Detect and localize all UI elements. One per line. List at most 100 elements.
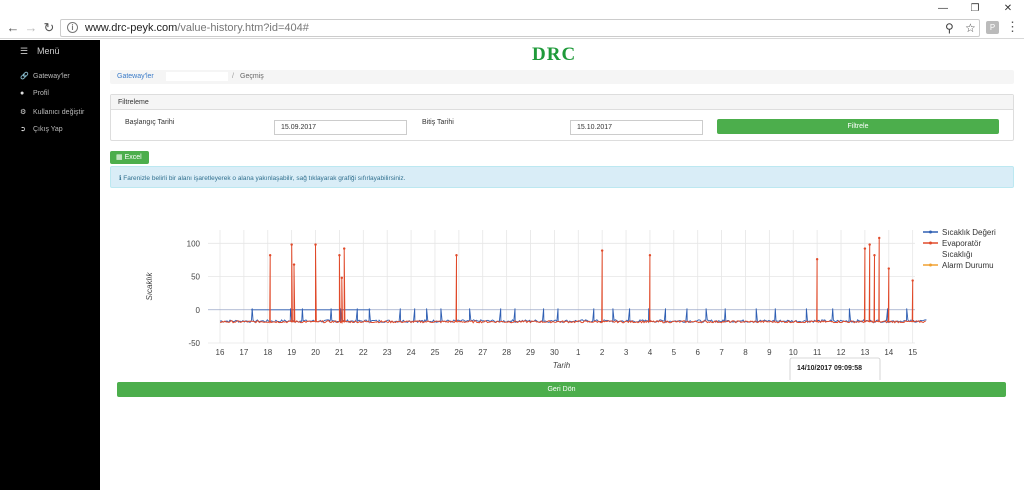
hamburger-icon: ☰ [20, 46, 29, 56]
spike-marker [911, 279, 914, 282]
sidebar-item-profile[interactable]: ● Profil [20, 90, 49, 97]
gear-icon: ⚙ [20, 109, 27, 116]
x-tick-label: 10 [789, 348, 798, 357]
extension-icon[interactable]: P [986, 21, 999, 34]
y-axis-label: Sıcaklık [145, 272, 154, 301]
spike-marker [338, 254, 341, 257]
x-tick-label: 21 [335, 348, 344, 357]
address-bar[interactable]: i www.drc-peyk.com/value-history.htm?id=… [60, 19, 980, 37]
x-tick-label: 25 [431, 348, 440, 357]
temperature-history-chart[interactable]: 16 17 18 19 20 21 22 23 24 25 26 27 28 29 30 1 2 3 4 5 6 7 8 9 1… [100, 190, 1024, 380]
url-path: /value-history.htm?id=404# [177, 22, 309, 34]
minimize-icon[interactable]: — [928, 0, 958, 17]
spike-marker [863, 247, 867, 250]
spike-marker [600, 249, 604, 252]
zoom-icon[interactable]: ⚲ [945, 21, 954, 35]
sidebar-item-label: Profil [33, 90, 49, 97]
more-menu-icon[interactable]: ⋮ [1006, 19, 1019, 35]
x-tick-label: 5 [672, 348, 677, 357]
legend-label: Alarm Durumu [942, 261, 994, 270]
link-icon: 🔗 [20, 73, 29, 80]
breadcrumb: Gateway'ler / Geçmiş [110, 70, 1014, 84]
sidebar-item-label: Gateway'ler [33, 73, 70, 80]
spike-marker [878, 236, 881, 240]
sidebar-menu-toggle[interactable]: ☰ Menü [20, 46, 60, 57]
x-tick-label: 16 [216, 348, 225, 357]
breadcrumb-separator: / [232, 73, 234, 80]
legend-marker [929, 230, 932, 234]
y-tick-label: 0 [196, 306, 201, 315]
breadcrumb-gateways-link[interactable]: Gateway'ler [117, 73, 154, 80]
x-tick-label: 19 [287, 348, 296, 357]
filter-button[interactable]: Filtrele [717, 119, 999, 134]
end-date-label: Bitiş Tarihi [422, 119, 454, 126]
x-tick-label: 1 [576, 348, 581, 357]
y-tick-label: -50 [188, 339, 200, 348]
breadcrumb-current: Geçmiş [240, 73, 264, 80]
x-tick-label: 2 [600, 348, 605, 357]
x-tick-label: 3 [624, 348, 629, 357]
excel-button-label: Excel [124, 154, 142, 161]
close-icon[interactable]: ✕ [993, 0, 1023, 17]
x-tick-label: 22 [359, 348, 368, 357]
x-tick-label: 29 [526, 348, 535, 357]
legend-marker [929, 241, 932, 245]
x-tick-label: 6 [695, 348, 700, 357]
legend-label: Sıcaklık Değeri [942, 228, 996, 237]
excel-file-icon: ▦ [116, 154, 123, 161]
info-circle-icon: ℹ [119, 175, 122, 182]
x-tick-label: 12 [837, 348, 846, 357]
x-tick-label: 24 [407, 348, 416, 357]
x-tick-label: 4 [648, 348, 653, 357]
excel-button[interactable]: ▦ Excel [110, 151, 149, 164]
back-button[interactable]: Geri Dön [117, 382, 1006, 397]
sidebar-item-gateways[interactable]: 🔗 Gateway'ler [20, 72, 70, 80]
legend-label: Sıcaklığı [942, 250, 973, 259]
filter-heading: Filtreleme [111, 95, 1013, 110]
spike-marker [343, 247, 346, 250]
back-arrow-icon[interactable]: ← [4, 19, 22, 37]
filter-panel: Filtreleme Başlangıç Tarihi Bitiş Tarihi… [110, 94, 1014, 141]
main-content: DRC Gateway'ler / Geçmiş Filtreleme Başl… [100, 40, 1024, 490]
tooltip-datetime: 14/10/2017 09:09:58 [797, 365, 862, 372]
end-date-input[interactable] [570, 120, 703, 135]
spike-marker [868, 243, 871, 246]
sidebar-menu-label: Menü [37, 46, 60, 56]
window-titlebar: — ❐ ✕ [0, 0, 1024, 17]
x-tick-label: 20 [311, 348, 320, 357]
info-icon[interactable]: i [67, 22, 78, 33]
spike-marker [455, 254, 458, 257]
bookmark-star-icon[interactable]: ☆ [965, 21, 976, 35]
breadcrumb-gateway-name[interactable] [166, 72, 228, 81]
spike-marker [648, 254, 652, 257]
x-axis-label: Tarih [553, 361, 571, 370]
x-tick-label: 23 [383, 348, 392, 357]
x-tick-label: 27 [478, 348, 487, 357]
y-tick-label: 50 [191, 273, 200, 282]
x-tick-label: 14 [884, 348, 893, 357]
x-tick-label: 13 [860, 348, 869, 357]
spike-marker [314, 243, 317, 246]
x-tick-label: 28 [502, 348, 511, 357]
restore-icon[interactable]: ❐ [960, 0, 990, 17]
spike-marker [340, 276, 344, 280]
x-tick-label: 9 [767, 348, 772, 357]
start-date-input[interactable] [274, 120, 407, 135]
x-tick-label: 18 [263, 348, 272, 357]
logout-icon: ➲ [20, 126, 26, 133]
sidebar-item-switch-user[interactable]: ⚙ Kullanıcı değiştir [20, 108, 84, 116]
info-alert-text: Farenizle belirli bir alanı işaretleyere… [123, 175, 406, 182]
legend-label: Evaporatör [942, 239, 981, 248]
sidebar-item-logout[interactable]: ➲ Çıkış Yap [20, 125, 63, 133]
url-text: www.drc-peyk.com/value-history.htm?id=40… [85, 22, 309, 34]
reload-icon[interactable]: ↻ [40, 19, 58, 37]
start-date-label: Başlangıç Tarihi [125, 119, 175, 126]
x-tick-label: 11 [813, 348, 822, 357]
info-alert: ℹ Farenizle belirli bir alanı işaretleye… [110, 166, 1014, 188]
x-tick-label: 8 [743, 348, 748, 357]
y-tick-label: 100 [187, 239, 201, 248]
x-tick-label: 26 [454, 348, 463, 357]
spike-marker [815, 258, 819, 261]
forward-arrow-icon[interactable]: → [22, 19, 40, 37]
sidebar: ☰ Menü 🔗 Gateway'ler ● Profil ⚙ Kullanıcı de… [0, 40, 100, 490]
